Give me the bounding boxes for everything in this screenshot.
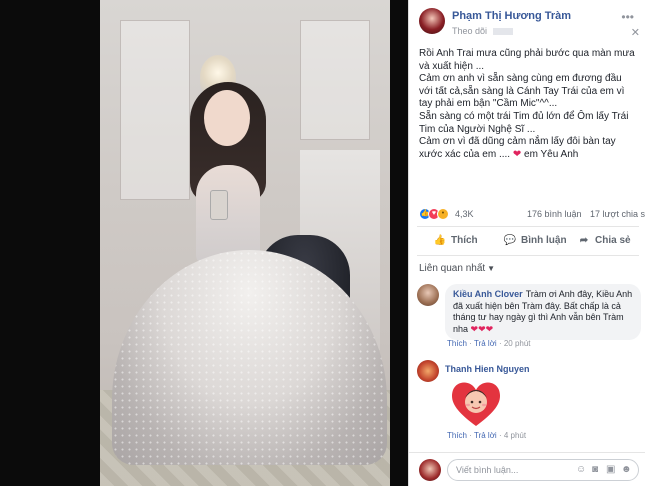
commenter-name[interactable]: Kiều Anh Clover <box>453 289 523 299</box>
more-icon[interactable]: ••• <box>621 10 634 24</box>
post-photo[interactable] <box>0 0 408 486</box>
heart-icon: ❤ <box>512 148 522 160</box>
comment-meta: Thích · Trả lời · 20 phút <box>447 339 531 348</box>
sad-reaction-icon: • <box>437 208 449 220</box>
sort-label: Liên quan nhất <box>419 263 486 274</box>
comment-reply-link[interactable]: Trả lời <box>474 431 497 440</box>
follow-status[interactable]: Theo dõi <box>452 26 513 36</box>
post-header: Phạm Thị Hương Tràm Theo dõi ••• ✕ <box>409 0 645 40</box>
caption-line: Sẵn sàng có một trái Tim đủ lớn để Ôm lấ… <box>419 110 629 135</box>
commenter-name[interactable]: Thanh Hien Nguyen <box>445 364 530 374</box>
comment-meta: Thích · Trả lời · 4 phút <box>447 431 527 440</box>
chevron-down-icon: ▼ <box>487 264 496 273</box>
share-count[interactable]: 17 lượt chia sẻ <box>590 209 645 219</box>
share-icon: ➦ <box>579 235 589 246</box>
share-label: Chia sẻ <box>595 235 631 246</box>
gif-icon[interactable]: ▣ <box>606 464 615 475</box>
author-name[interactable]: Phạm Thị Hương Tràm <box>452 10 571 22</box>
caption-line: Cảm ơn anh vì sẵn sàng cùng em đương đầu… <box>419 73 625 110</box>
comment-like-link[interactable]: Thích <box>447 431 467 440</box>
camera-icon[interactable]: ◙ <box>592 464 598 475</box>
action-bar: 👍 Thích 💬 Bình luận ➦ Chia sẻ <box>417 226 639 256</box>
comment-time[interactable]: 20 phút <box>504 339 531 348</box>
comment-sort-dropdown[interactable]: Liên quan nhất ▼ <box>419 263 495 274</box>
photo-phone <box>210 190 228 220</box>
commenter-avatar[interactable] <box>417 360 439 382</box>
comment-placeholder: Viết bình luận... <box>456 465 519 475</box>
post-caption: Rồi Anh Trai mưa cũng phải bước qua màn … <box>419 48 635 161</box>
thumbs-up-icon: 👍 <box>433 235 447 246</box>
post-panel: Phạm Thị Hương Tràm Theo dõi ••• ✕ Rồi A… <box>408 0 645 486</box>
caption-text: em Yêu Anh <box>524 148 579 160</box>
hearts-emoji: ❤❤❤ <box>470 323 494 334</box>
photo-face <box>204 90 250 146</box>
author-avatar[interactable] <box>419 8 445 34</box>
post-stats: 👍 ♥ • 4,3K 176 bình luận 17 lượt chia sẻ <box>419 206 645 222</box>
reaction-count[interactable]: 4,3K <box>455 209 474 219</box>
like-button[interactable]: 👍 Thích <box>433 235 478 246</box>
commenter-avatar[interactable] <box>417 284 439 306</box>
my-avatar[interactable] <box>419 459 441 481</box>
comment-label: Bình luận <box>521 235 567 246</box>
comment-like-link[interactable]: Thích <box>447 339 467 348</box>
wall-panel <box>300 20 370 140</box>
comment-count[interactable]: 176 bình luận <box>527 209 582 219</box>
share-button[interactable]: ➦ Chia sẻ <box>577 235 631 246</box>
comment-bubble: Kiều Anh Clover Tràm ơi Anh đây, Kiều Anh… <box>445 284 641 340</box>
close-icon[interactable]: ✕ <box>631 26 640 39</box>
emoji-icon[interactable]: ☺ <box>576 464 586 475</box>
comment-icon: 💬 <box>503 235 517 246</box>
reaction-icons[interactable]: 👍 ♥ • <box>419 208 453 220</box>
caption-line: Cảm ơn vì đã dũng cảm nắm lấy đôi bàn ta… <box>419 136 635 161</box>
follow-blur <box>492 28 513 36</box>
comment-input[interactable]: Viết bình luận... ☺ ◙ ▣ ☻ <box>447 459 639 481</box>
like-label: Thích <box>451 235 478 246</box>
comment-reply-link[interactable]: Trả lời <box>474 339 497 348</box>
comment-composer: Viết bình luận... ☺ ◙ ▣ ☻ <box>409 452 645 486</box>
follow-label[interactable]: Theo dõi <box>452 26 487 36</box>
wall-panel <box>120 20 190 200</box>
comment-time[interactable]: 4 phút <box>504 431 526 440</box>
sticker-icon[interactable]: ☻ <box>621 464 632 475</box>
comment-button[interactable]: 💬 Bình luận <box>503 235 567 246</box>
heart-sticker[interactable] <box>447 378 505 428</box>
caption-line: Rồi Anh Trai mưa cũng phải bước qua màn … <box>419 48 635 72</box>
